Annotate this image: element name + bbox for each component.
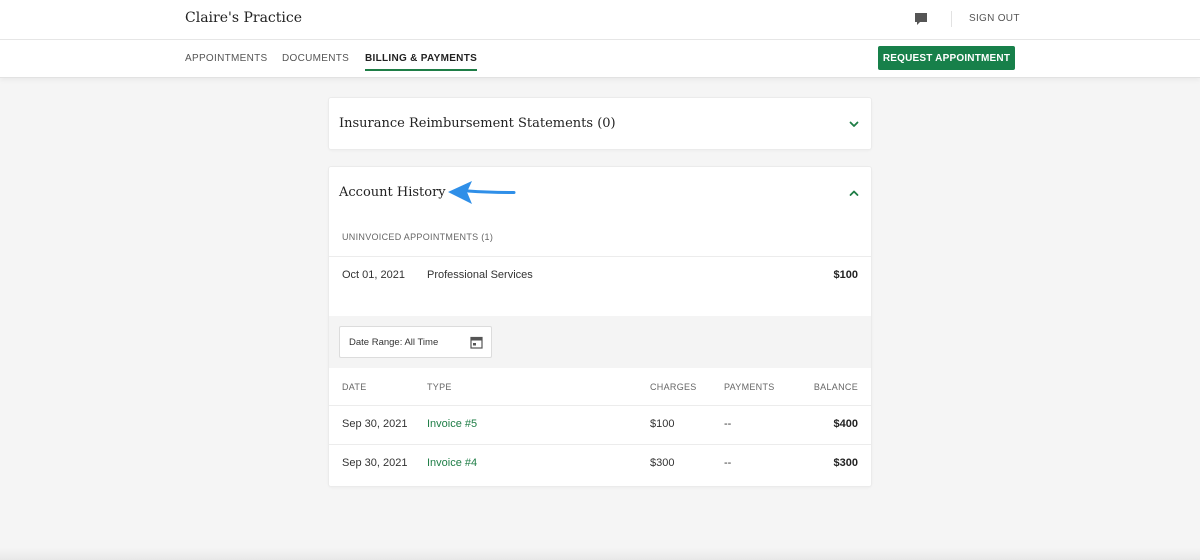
row-payments: -- <box>724 418 732 430</box>
account-history-card: Account History UNINVOICED APPOINTMENTS … <box>328 166 872 487</box>
row-charges: $300 <box>650 457 675 469</box>
uninvoiced-date: Oct 01, 2021 <box>342 269 405 281</box>
insurance-statements-card[interactable]: Insurance Reimbursement Statements (0) <box>328 97 872 150</box>
calendar-icon <box>470 336 483 349</box>
divider <box>329 256 871 257</box>
chevron-down-icon[interactable] <box>848 118 860 130</box>
arrow-left-icon <box>448 181 516 204</box>
invoice-link[interactable]: Invoice #5 <box>427 418 477 430</box>
uninvoiced-amount: $100 <box>833 269 858 281</box>
row-date: Sep 30, 2021 <box>342 418 408 430</box>
row-balance: $300 <box>833 457 858 469</box>
main-nav: APPOINTMENTS DOCUMENTS BILLING & PAYMENT… <box>0 40 1200 78</box>
column-header-balance: BALANCE <box>813 382 858 392</box>
date-range-label: Date Range: All Time <box>349 337 439 348</box>
tab-appointments[interactable]: APPOINTMENTS <box>185 53 268 69</box>
column-header-type: TYPE <box>427 382 452 392</box>
divider <box>329 405 871 406</box>
insurance-statements-title: Insurance Reimbursement Statements (0) <box>339 116 616 131</box>
header-divider <box>951 11 952 27</box>
uninvoiced-description: Professional Services <box>427 269 533 281</box>
top-bar: Claire's Practice SIGN OUT <box>0 0 1200 40</box>
invoice-link[interactable]: Invoice #4 <box>427 457 477 469</box>
row-balance: $400 <box>833 418 858 430</box>
row-charges: $100 <box>650 418 675 430</box>
column-header-date: DATE <box>342 382 367 392</box>
tab-documents[interactable]: DOCUMENTS <box>282 53 349 69</box>
account-history-title: Account History <box>339 185 446 200</box>
row-payments: -- <box>724 457 732 469</box>
request-appointment-button[interactable]: REQUEST APPOINTMENT <box>878 46 1015 70</box>
page-bottom-edge <box>0 548 1200 560</box>
column-header-charges: CHARGES <box>650 382 697 392</box>
uninvoiced-appointments-label: UNINVOICED APPOINTMENTS (1) <box>342 232 494 242</box>
practice-name: Claire's Practice <box>185 10 303 26</box>
chat-bubble-icon[interactable] <box>913 11 929 27</box>
column-header-payments: PAYMENTS <box>724 382 775 392</box>
tab-billing-payments[interactable]: BILLING & PAYMENTS <box>365 53 478 71</box>
date-range-picker[interactable]: Date Range: All Time <box>339 326 492 358</box>
chevron-up-icon[interactable] <box>848 187 860 199</box>
divider <box>329 444 871 445</box>
row-date: Sep 30, 2021 <box>342 457 408 469</box>
sign-out-link[interactable]: SIGN OUT <box>969 13 1020 24</box>
